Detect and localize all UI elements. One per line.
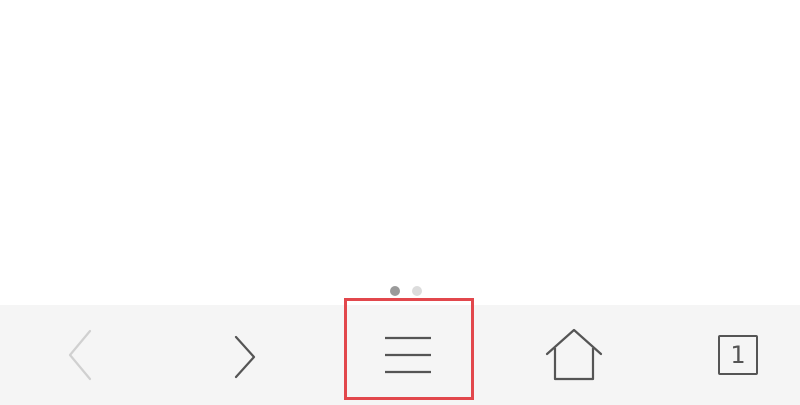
home-icon (545, 328, 603, 381)
page-dot (412, 286, 422, 296)
hamburger-menu-icon (385, 336, 431, 374)
browser-screen: 1 (0, 0, 800, 405)
tabs-icon: 1 (718, 335, 758, 375)
page-content-area (0, 0, 800, 305)
menu-button[interactable] (348, 305, 468, 405)
tab-count: 1 (730, 341, 746, 369)
home-button[interactable] (514, 305, 634, 405)
forward-button[interactable] (186, 305, 306, 405)
chevron-right-icon (234, 335, 256, 379)
page-indicator (390, 286, 422, 296)
chevron-left-icon (68, 329, 92, 381)
back-button[interactable] (20, 305, 140, 405)
tabs-button[interactable]: 1 (678, 305, 798, 405)
page-dot-active (390, 286, 400, 296)
bottom-toolbar: 1 (0, 305, 800, 405)
